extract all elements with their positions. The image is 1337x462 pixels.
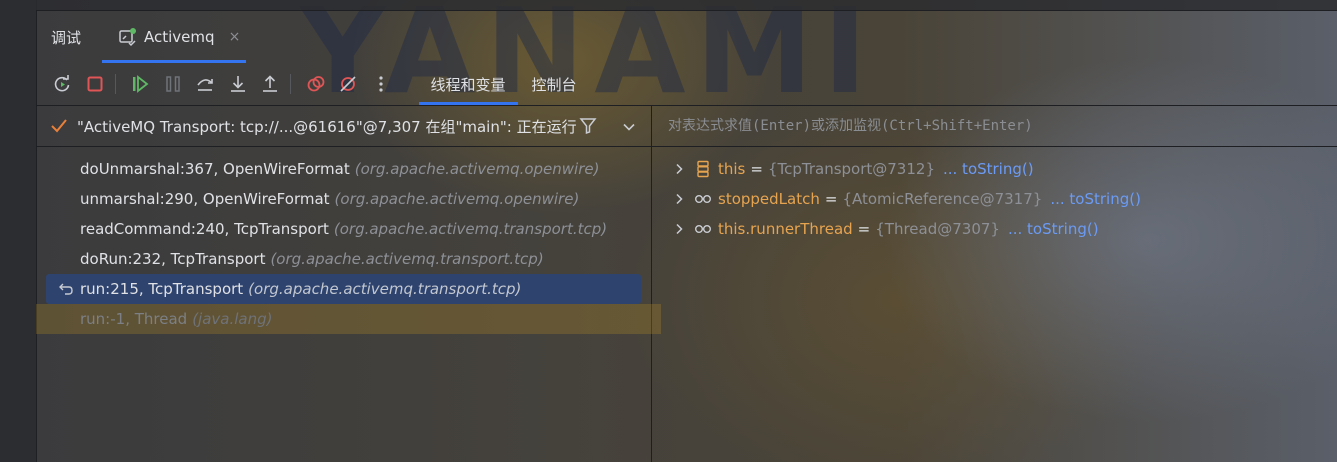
frame-method: run:-1, Thread xyxy=(80,310,188,328)
frames-panel: "ActiveMQ Transport: tcp://...@61616"@7,… xyxy=(36,105,661,462)
variable-value: {AtomicReference@7317} xyxy=(842,190,1043,208)
run-config-icon xyxy=(119,28,137,47)
tab-activemq[interactable]: Activemq × xyxy=(102,11,247,63)
variable-name: this xyxy=(718,160,746,178)
variable-value: {TcpTransport@7312} xyxy=(767,160,935,178)
watch-icon xyxy=(695,224,711,233)
to-string-link[interactable]: ... toString() xyxy=(943,160,1034,178)
resume-icon xyxy=(133,75,149,93)
stop-icon xyxy=(87,76,102,92)
tool-window-title: 调试 xyxy=(51,28,82,47)
thread-selector[interactable]: "ActiveMQ Transport: tcp://...@61616"@7,… xyxy=(36,106,651,147)
step-out-button[interactable] xyxy=(256,70,284,98)
rerun-button[interactable] xyxy=(48,70,76,98)
step-out-icon xyxy=(263,75,277,92)
frame-package: (org.apache.activemq.transport.tcp) xyxy=(333,220,608,238)
chevron-right-icon[interactable] xyxy=(672,192,686,206)
evaluate-expression-bar xyxy=(652,106,1337,147)
left-tool-gutter xyxy=(0,0,37,462)
frame-method: doRun:232, TcpTransport xyxy=(80,250,266,268)
step-over-icon xyxy=(197,79,213,91)
chevron-down-icon[interactable] xyxy=(621,119,637,135)
more-button[interactable] xyxy=(367,70,395,98)
check-icon xyxy=(51,119,67,133)
watch-icon xyxy=(695,194,711,203)
tab-threads-and-variables-label: 线程和变量 xyxy=(430,75,506,94)
rerun-icon xyxy=(54,75,70,92)
variable-row[interactable]: stoppedLatch = {AtomicReference@7317} ..… xyxy=(652,184,1337,214)
frame-package: (org.apache.activemq.transport.tcp) xyxy=(270,250,544,268)
frame-row[interactable]: doRun:232, TcpTransport (org.apache.acti… xyxy=(36,244,651,274)
frame-method: unmarshal:290, OpenWireFormat xyxy=(80,190,330,208)
stop-button[interactable] xyxy=(81,70,109,98)
step-over-button[interactable] xyxy=(191,70,219,98)
frame-method: doUnmarshal:367, OpenWireFormat xyxy=(80,160,350,178)
frame-method: readCommand:240, TcpTransport xyxy=(80,220,329,238)
view-breakpoints-button[interactable] xyxy=(302,70,330,98)
editor-edge xyxy=(36,0,1337,11)
chevron-right-icon[interactable] xyxy=(672,162,686,176)
mute-breakpoints-button[interactable] xyxy=(334,70,362,98)
step-into-button[interactable] xyxy=(224,70,252,98)
field-icon xyxy=(697,160,709,178)
frame-row-selected[interactable]: run:215, TcpTransport (org.apache.active… xyxy=(46,274,641,304)
thread-selector-label: "ActiveMQ Transport: tcp://...@61616"@7,… xyxy=(77,117,577,136)
pause-button[interactable] xyxy=(159,70,187,98)
frame-package: (org.apache.activemq.openwire) xyxy=(354,160,600,178)
variable-name: stoppedLatch xyxy=(718,190,820,208)
variable-equals: = xyxy=(857,220,871,238)
pause-icon xyxy=(165,76,180,92)
frame-row-library[interactable]: run:-1, Thread (java.lang) xyxy=(36,304,661,334)
tab-console[interactable]: 控制台 xyxy=(520,63,589,105)
frame-package: (java.lang) xyxy=(192,310,273,328)
variable-value: {Thread@7307} xyxy=(875,220,1000,238)
view-breakpoints-icon xyxy=(307,76,324,92)
frame-method: run:215, TcpTransport xyxy=(80,280,244,298)
debug-toolbar: 线程和变量 控制台 xyxy=(36,63,1337,105)
variable-row[interactable]: this.runnerThread = {Thread@7307} ... to… xyxy=(652,214,1337,244)
variables-panel: this = {TcpTransport@7312} ... toString(… xyxy=(652,105,1337,462)
frame-list: doUnmarshal:367, OpenWireFormat (org.apa… xyxy=(36,154,661,334)
close-icon[interactable]: × xyxy=(229,29,241,45)
frame-row[interactable]: unmarshal:290, OpenWireFormat (org.apach… xyxy=(36,184,651,214)
frame-row[interactable]: doUnmarshal:367, OpenWireFormat (org.apa… xyxy=(36,154,651,184)
evaluate-expression-input[interactable] xyxy=(666,117,1270,135)
tab-activemq-label: Activemq xyxy=(144,28,215,46)
tab-console-label: 控制台 xyxy=(531,75,577,94)
variable-equals: = xyxy=(750,160,763,178)
frame-row[interactable]: readCommand:240, TcpTransport (org.apach… xyxy=(36,214,651,244)
return-arrow-icon xyxy=(59,283,73,295)
toolbar-divider xyxy=(114,74,116,94)
chevron-right-icon[interactable] xyxy=(672,222,686,236)
tab-threads-and-variables[interactable]: 线程和变量 xyxy=(418,63,518,105)
frame-package: (org.apache.activemq.openwire) xyxy=(334,190,580,208)
to-string-link[interactable]: ... toString() xyxy=(1050,190,1141,208)
variable-name: this.runnerThread xyxy=(718,220,853,238)
debug-tab-bar: 调试 Activemq × xyxy=(36,11,1337,63)
more-icon xyxy=(378,76,383,92)
mute-breakpoints-icon xyxy=(340,76,356,92)
to-string-link[interactable]: ... toString() xyxy=(1008,220,1099,238)
frame-package: (org.apache.activemq.transport.tcp) xyxy=(248,280,522,298)
filter-icon[interactable] xyxy=(579,117,597,135)
variable-row[interactable]: this = {TcpTransport@7312} ... toString(… xyxy=(652,154,1337,184)
variable-equals: = xyxy=(824,190,838,208)
resume-button[interactable] xyxy=(126,70,154,98)
variable-list: this = {TcpTransport@7312} ... toString(… xyxy=(652,154,1337,244)
step-into-icon xyxy=(230,76,245,92)
toolbar-divider xyxy=(290,74,291,94)
